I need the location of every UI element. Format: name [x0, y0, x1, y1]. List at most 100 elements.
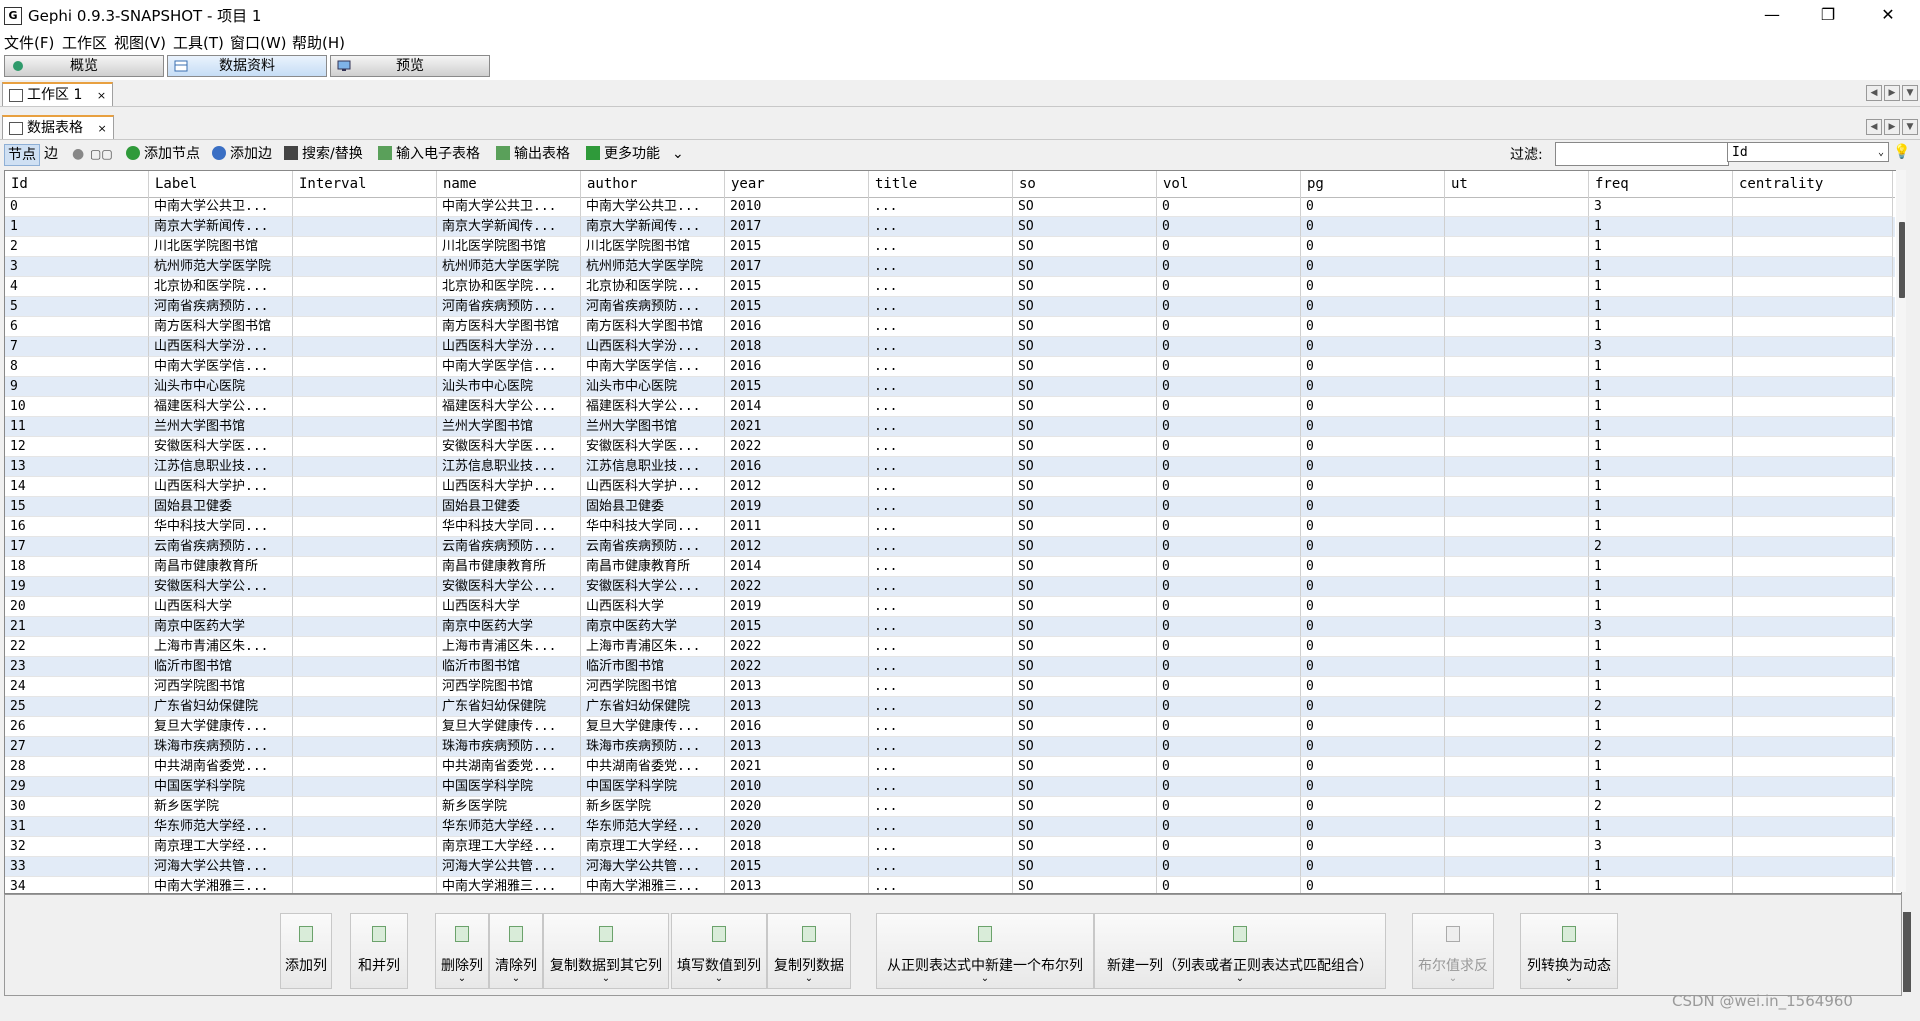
table-cell[interactable]: ... — [869, 617, 1013, 637]
table-cell[interactable]: 1 — [5, 217, 149, 237]
table-cell[interactable]: 河西学院图书馆 — [437, 677, 581, 697]
table-cell[interactable]: 兰州大学图书馆 — [581, 417, 725, 437]
table-cell[interactable]: 24 — [5, 677, 149, 697]
table-cell[interactable]: 上海市青浦区朱... — [581, 637, 725, 657]
table-cell[interactable] — [1445, 357, 1589, 377]
table-cell[interactable]: 南方医科大学图书馆 — [149, 317, 293, 337]
table-cell[interactable]: 山西医科大学护... — [581, 477, 725, 497]
table-cell[interactable]: 云南省疾病预防... — [581, 537, 725, 557]
table-cell[interactable]: 29 — [5, 777, 149, 797]
table-cell[interactable]: 杭州师范大学医学院 — [149, 257, 293, 277]
menu-workspace[interactable]: 工作区 — [62, 32, 107, 53]
table-cell[interactable]: 0 — [1301, 737, 1445, 757]
table-cell[interactable]: 山西医科大学汾... — [581, 337, 725, 357]
scroll-right-icon[interactable]: ▶ — [1884, 119, 1900, 135]
table-row[interactable]: 18 南昌市健康教育所 南昌市健康教育所 南昌市健康教育所 2014... SO 0 0 1 — [5, 557, 1895, 577]
table-cell[interactable] — [293, 437, 437, 457]
table-cell[interactable]: 北京协和医学院... — [149, 277, 293, 297]
table-cell[interactable]: 南方医科大学图书馆 — [437, 317, 581, 337]
table-cell[interactable] — [1445, 517, 1589, 537]
table-cell[interactable]: 23 — [5, 657, 149, 677]
table-cell[interactable]: 华东师范大学经... — [149, 817, 293, 837]
close-button[interactable]: ✕ — [1860, 0, 1916, 30]
table-cell[interactable]: 31 — [5, 817, 149, 837]
close-icon[interactable]: × — [97, 118, 106, 140]
table-cell[interactable]: SO — [1013, 497, 1157, 517]
table-cell[interactable]: 安徽医科大学医... — [581, 437, 725, 457]
table-cell[interactable] — [1733, 637, 1893, 657]
table-cell[interactable]: 0 — [1301, 217, 1445, 237]
table-row[interactable]: 15 固始县卫健委 固始县卫健委 固始县卫健委 2019... SO 0 0 1 — [5, 497, 1895, 517]
table-cell[interactable]: 新乡医学院 — [581, 797, 725, 817]
table-cell[interactable]: 0 — [1301, 317, 1445, 337]
table-cell[interactable] — [1445, 877, 1589, 893]
dot-icon[interactable]: ● — [72, 144, 84, 164]
table-cell[interactable]: 0 — [1157, 697, 1301, 717]
table-cell[interactable]: 2 — [1589, 737, 1733, 757]
table-cell[interactable]: SO — [1013, 477, 1157, 497]
table-cell[interactable]: 0 — [1157, 617, 1301, 637]
table-cell[interactable]: 0 — [1157, 437, 1301, 457]
table-cell[interactable]: 0 — [1157, 317, 1301, 337]
table-cell[interactable] — [1733, 837, 1893, 857]
table-row[interactable]: 32 南京理工大学经... 南京理工大学经... 南京理工大学经... 2018... S… — [5, 837, 1895, 857]
table-cell[interactable]: 2017 — [725, 257, 869, 277]
table-cell[interactable]: 2016 — [725, 357, 869, 377]
table-row[interactable]: 33 河海大学公共管... 河海大学公共管... 河海大学公共管... 2015... S… — [5, 857, 1895, 877]
table-cell[interactable] — [1733, 457, 1893, 477]
table-cell[interactable] — [1445, 677, 1589, 697]
table-row[interactable]: 23 临沂市图书馆 临沂市图书馆 临沂市图书馆 2022... SO 0 0 1 — [5, 657, 1895, 677]
table-cell[interactable]: 复旦大学健康传... — [581, 717, 725, 737]
table-cell[interactable] — [293, 317, 437, 337]
table-cell[interactable]: 0 — [1157, 717, 1301, 737]
table-cell[interactable]: 3 — [1589, 197, 1733, 217]
scroll-left-icon[interactable]: ◀ — [1866, 85, 1882, 101]
clear-column-button[interactable]: 清除列 ⌄ — [489, 913, 543, 989]
table-cell[interactable]: ... — [869, 297, 1013, 317]
table-cell[interactable]: ... — [869, 597, 1013, 617]
table-cell[interactable]: 0 — [1157, 757, 1301, 777]
table-cell[interactable]: 20 — [5, 597, 149, 617]
table-cell[interactable]: 2015 — [725, 237, 869, 257]
add-node-button[interactable]: 添加节点 — [126, 144, 200, 164]
table-cell[interactable]: SO — [1013, 317, 1157, 337]
table-cell[interactable]: 中南大学湘雅三... — [581, 877, 725, 893]
table-cell[interactable]: 2015 — [725, 297, 869, 317]
table-cell[interactable] — [1445, 617, 1589, 637]
table-cell[interactable]: ... — [869, 337, 1013, 357]
table-cell[interactable]: 中共湖南省委党... — [149, 757, 293, 777]
table-cell[interactable]: 0 — [1301, 837, 1445, 857]
table-cell[interactable]: 安徽医科大学医... — [149, 437, 293, 457]
table-cell[interactable] — [1733, 377, 1893, 397]
scrollbar-thumb[interactable] — [1899, 222, 1905, 298]
table-cell[interactable]: 1 — [1589, 677, 1733, 697]
table-cell[interactable]: 福建医科大学公... — [581, 397, 725, 417]
table-cell[interactable]: 山西医科大学 — [149, 597, 293, 617]
table-row[interactable]: 13 江苏信息职业技... 江苏信息职业技... 江苏信息职业技... 2016... S… — [5, 457, 1895, 477]
table-cell[interactable]: 0 — [1157, 777, 1301, 797]
table-cell[interactable]: 1 — [1589, 217, 1733, 237]
table-cell[interactable]: 0 — [1157, 817, 1301, 837]
table-row[interactable]: 10 福建医科大学公... 福建医科大学公... 福建医科大学公... 2014... S… — [5, 397, 1895, 417]
table-cell[interactable] — [1445, 857, 1589, 877]
mode-tab-data-laboratory[interactable]: 数据资料 — [167, 55, 327, 77]
table-cell[interactable]: SO — [1013, 397, 1157, 417]
table-cell[interactable] — [1733, 677, 1893, 697]
table-cell[interactable]: 2015 — [725, 857, 869, 877]
table-cell[interactable]: 南京大学新闻传... — [437, 217, 581, 237]
workspace-tab[interactable]: 工作区 1 × — [2, 82, 114, 106]
table-cell[interactable] — [293, 457, 437, 477]
table-cell[interactable] — [293, 737, 437, 757]
table-cell[interactable]: 0 — [1157, 477, 1301, 497]
table-cell[interactable]: 珠海市疾病预防... — [581, 737, 725, 757]
table-cell[interactable]: SO — [1013, 197, 1157, 217]
table-cell[interactable]: ... — [869, 557, 1013, 577]
table-cell[interactable]: 21 — [5, 617, 149, 637]
table-cell[interactable]: 山西医科大学 — [437, 597, 581, 617]
table-row[interactable]: 6 南方医科大学图书馆 南方医科大学图书馆 南方医科大学图书馆 2016... SO 0 0 1 — [5, 317, 1895, 337]
table-cell[interactable]: 南昌市健康教育所 — [437, 557, 581, 577]
table-cell[interactable] — [293, 597, 437, 617]
table-cell[interactable]: 0 — [1157, 377, 1301, 397]
table-cell[interactable]: 复旦大学健康传... — [149, 717, 293, 737]
table-cell[interactable]: ... — [869, 777, 1013, 797]
